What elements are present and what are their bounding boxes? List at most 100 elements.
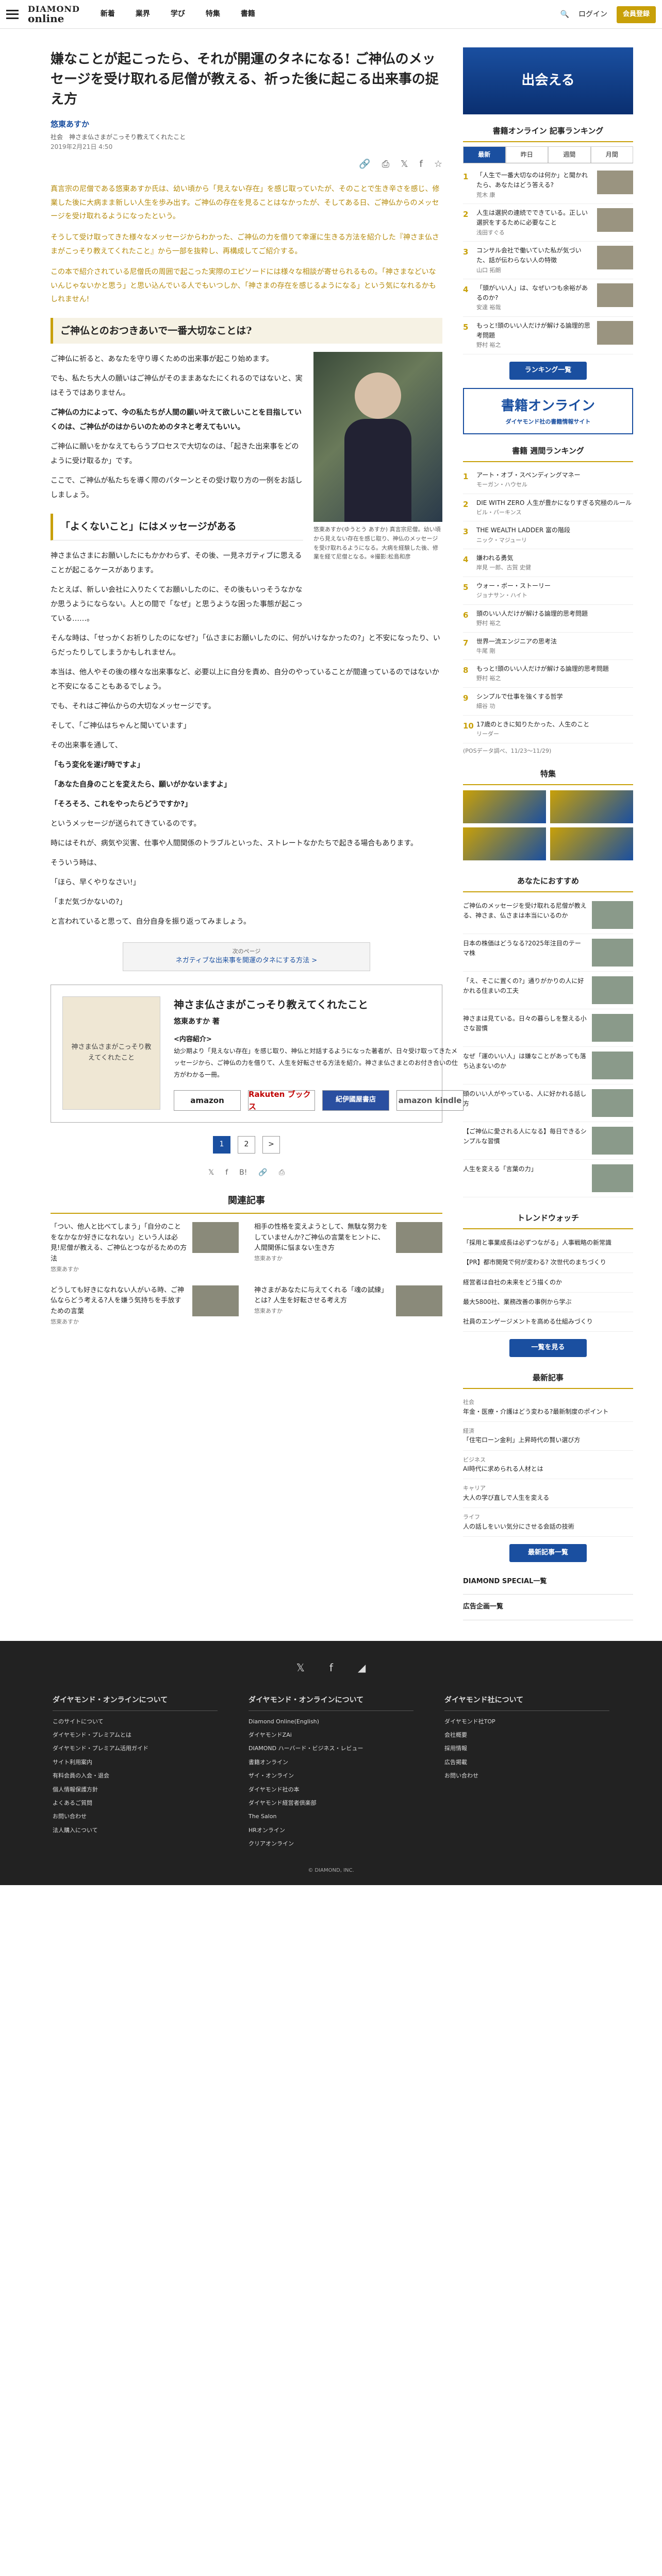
- book-rank-item[interactable]: 4 嫌われる勇気 岸見 一郎、古賀 史健: [463, 549, 633, 577]
- next-page-box[interactable]: 次のページ ネガティブな出来事を開運のタネにする方法 >: [123, 942, 370, 972]
- feature-banner[interactable]: [550, 827, 633, 861]
- book-rank-item[interactable]: 3 THE WEALTH LADDER 富の階段 ニック・マジューリ: [463, 521, 633, 550]
- recommend-item[interactable]: 【ご神仏に愛される人になる】毎日できるシンプルな習慣: [463, 1122, 633, 1160]
- ranking-item[interactable]: 1 「人生で一番大切なのは何か」と聞かれたら、あなたはどう答える? 荒木 康: [463, 166, 633, 205]
- nav-features[interactable]: 特集: [206, 8, 220, 20]
- link-icon[interactable]: 🔗: [359, 157, 370, 172]
- footer-link[interactable]: DIAMOND ハーバード・ビジネス・レビュー: [249, 1742, 413, 1755]
- tab-weekly[interactable]: 週間: [548, 146, 591, 163]
- related-item[interactable]: どうしても好きになれない人がいる時、ご神仏ならどう考える?人を嫌う気持ちを手放す…: [51, 1285, 239, 1327]
- ranking-item[interactable]: 2 人生は選択の連続でできている。正しい選択をするために必要なこと 浅田すぐる: [463, 204, 633, 242]
- latest-item[interactable]: キャリア 大人の学び直しで人生を変える: [463, 1479, 633, 1509]
- nav-books[interactable]: 書籍: [241, 8, 255, 20]
- ranking-more-button[interactable]: ランキング一覧: [509, 362, 587, 380]
- footer-link[interactable]: お問い合わせ: [444, 1769, 609, 1783]
- tab-monthly[interactable]: 月間: [590, 146, 633, 163]
- footer-link[interactable]: 広告掲載: [444, 1756, 609, 1769]
- latest-item[interactable]: ライフ 人の話しをいい気分にさせる会話の技術: [463, 1508, 633, 1537]
- page-1[interactable]: 1: [213, 1136, 230, 1154]
- x-icon[interactable]: 𝕏: [296, 1659, 305, 1676]
- recommend-item[interactable]: なぜ「運のいい人」は嫌なことがあっても落ち込まないのか: [463, 1047, 633, 1085]
- latest-more-button[interactable]: 最新記事一覧: [509, 1544, 587, 1562]
- recommend-item[interactable]: 神さまは見ている。日々の暮らしを整える小さな習慣: [463, 1009, 633, 1047]
- footer-link[interactable]: ダイヤモンド社TOP: [444, 1715, 609, 1728]
- recommend-item[interactable]: 人生を変える「言葉の力」: [463, 1160, 633, 1198]
- trend-item[interactable]: 【PR】都市開発で何が変わる? 次世代のまちづくり: [463, 1253, 633, 1273]
- book-rank-item[interactable]: 1 アート・オブ・スペンディングマネー モーガン・ハウセル: [463, 466, 633, 494]
- facebook-icon[interactable]: f: [329, 1659, 333, 1676]
- trend-more-button[interactable]: 一覧を見る: [509, 1339, 587, 1357]
- feature-banner[interactable]: [550, 790, 633, 824]
- recommend-item[interactable]: 頭のいい人がやっている、人に好かれる話し方: [463, 1084, 633, 1123]
- x-icon[interactable]: 𝕏: [208, 1167, 214, 1178]
- feature-banner[interactable]: [463, 827, 546, 861]
- feature-banner[interactable]: [463, 790, 546, 824]
- print-icon[interactable]: ⎙: [279, 1167, 285, 1178]
- footer-link[interactable]: お問い合わせ: [53, 1810, 218, 1823]
- trend-item[interactable]: 最大5800社、業務改善の事例から学ぶ: [463, 1293, 633, 1312]
- facebook-icon[interactable]: f: [420, 157, 423, 172]
- recommend-item[interactable]: ご神仏のメッセージを受け取れる尼僧が教える、神さま、仏さまは本当にいるのか: [463, 896, 633, 935]
- page-2[interactable]: 2: [238, 1136, 255, 1154]
- latest-item[interactable]: ビジネス AI時代に求められる人材とは: [463, 1451, 633, 1480]
- nav-industry[interactable]: 業界: [136, 8, 150, 20]
- footer-link[interactable]: ダイヤモンド経営者倶楽部: [249, 1797, 413, 1810]
- link-icon[interactable]: 🔗: [258, 1167, 267, 1178]
- search-icon[interactable]: 🔍: [560, 9, 569, 20]
- menu-icon[interactable]: [6, 9, 19, 19]
- book-rank-item[interactable]: 2 DIE WITH ZERO 人生が豊かになりすぎる究極のルール ビル・パーキンス: [463, 494, 633, 522]
- kinokuniya-button[interactable]: 紀伊國屋書店: [322, 1090, 389, 1111]
- page-next[interactable]: >: [262, 1136, 280, 1154]
- author-link[interactable]: 悠東あすか: [51, 118, 442, 130]
- amazon-button[interactable]: amazon: [174, 1090, 241, 1111]
- site-logo[interactable]: DIAMOND online: [28, 5, 80, 24]
- ranking-item[interactable]: 4 「頭がいい人」は、なぜいつも余裕があるのか? 安達 裕哉: [463, 279, 633, 317]
- footer-link[interactable]: 法人購入について: [53, 1824, 218, 1837]
- kindle-button[interactable]: amazon kindle: [396, 1090, 464, 1111]
- footer-link[interactable]: HRオンライン: [249, 1824, 413, 1837]
- special-link[interactable]: DIAMOND SPECIAL一覧: [463, 1569, 633, 1595]
- hatena-icon[interactable]: B!: [239, 1167, 247, 1178]
- footer-link[interactable]: 個人情報保護方針: [53, 1783, 218, 1797]
- footer-link[interactable]: ダイヤモンド・プレミアムとは: [53, 1728, 218, 1742]
- footer-link[interactable]: クリアオンライン: [249, 1837, 413, 1851]
- nav-new[interactable]: 新着: [101, 8, 115, 20]
- footer-link[interactable]: ザイ・オンライン: [249, 1769, 413, 1783]
- print-icon[interactable]: ⎙: [382, 157, 389, 172]
- book-rank-item[interactable]: 7 世界一流エンジニアの思考法 牛尾 剛: [463, 633, 633, 660]
- book-rank-item[interactable]: 9 シンプルで仕事を強くする哲学 細谷 功: [463, 688, 633, 716]
- related-item[interactable]: 「つい、他人と比べてしまう」「自分のことをなかなか好きになれない」という人は必見…: [51, 1222, 239, 1274]
- ads-link[interactable]: 広告企画一覧: [463, 1595, 633, 1621]
- footer-link[interactable]: ダイヤモンドZAi: [249, 1728, 413, 1742]
- next-page-link[interactable]: ネガティブな出来事を開運のタネにする方法 >: [127, 956, 366, 967]
- trend-item[interactable]: 経営者は自社の未来をどう描くのか: [463, 1273, 633, 1293]
- book-rank-item[interactable]: 5 ウォー・ボー・ストーリー ジョナサン・ハイト: [463, 577, 633, 605]
- recommend-item[interactable]: 「え、そこに置くの?」通りがかりの人に好かれる住まいの工夫: [463, 972, 633, 1010]
- nav-learn[interactable]: 学び: [171, 8, 185, 20]
- x-icon[interactable]: 𝕏: [401, 157, 408, 172]
- trend-item[interactable]: 「採用と事業成長は必ずつながる」人事戦略の新常識: [463, 1233, 633, 1253]
- book-cover[interactable]: 神さま仏さまがこっそり教えてくれたこと: [62, 996, 160, 1110]
- bookmark-icon[interactable]: ☆: [434, 157, 442, 172]
- login-link[interactable]: ログイン: [578, 9, 607, 20]
- books-online-banner[interactable]: 書籍オンライン ダイヤモンド社の書籍情報サイト: [463, 387, 633, 434]
- book-rank-item[interactable]: 10 17歳のときに知りたかった、人生のこと リーダー: [463, 716, 633, 743]
- book-rank-item[interactable]: 6 頭のいい人だけが解ける論理的思考問題 野村 裕之: [463, 605, 633, 633]
- register-button[interactable]: 会員登録: [616, 6, 656, 23]
- recommend-item[interactable]: 日本の株価はどうなる?2025年注目のテーマ株: [463, 934, 633, 972]
- footer-link[interactable]: サイト利用案内: [53, 1756, 218, 1769]
- breadcrumb[interactable]: 社会 神さま仏さまがこっそり教えてくれたこと: [51, 132, 442, 142]
- related-item[interactable]: 神さまがあなたに与えてくれる「魂の試練」とは? 人生を好転させる考え方 悠東あすか: [254, 1285, 442, 1327]
- footer-link[interactable]: 書籍オンライン: [249, 1756, 413, 1769]
- ranking-item[interactable]: 3 コンサル会社で働いていた私が気づいた、話が伝わらない人の特徴 山口 拓朗: [463, 242, 633, 280]
- footer-link[interactable]: 採用情報: [444, 1742, 609, 1755]
- facebook-icon[interactable]: f: [225, 1167, 228, 1178]
- related-item[interactable]: 相手の性格を変えようとして、無駄な努力をしていませんか?ご神仏の言葉をヒントに、…: [254, 1222, 442, 1274]
- footer-link[interactable]: ダイヤモンド社の本: [249, 1783, 413, 1797]
- footer-link[interactable]: よくあるご質問: [53, 1797, 218, 1810]
- rss-icon[interactable]: ◢: [358, 1659, 366, 1676]
- footer-link[interactable]: このサイトについて: [53, 1715, 218, 1728]
- book-rank-item[interactable]: 8 もっと!頭のいい人だけが解ける論理的思考問題 野村 裕之: [463, 660, 633, 688]
- rakuten-button[interactable]: Rakuten ブックス: [248, 1090, 315, 1111]
- tab-latest[interactable]: 最新: [463, 146, 506, 163]
